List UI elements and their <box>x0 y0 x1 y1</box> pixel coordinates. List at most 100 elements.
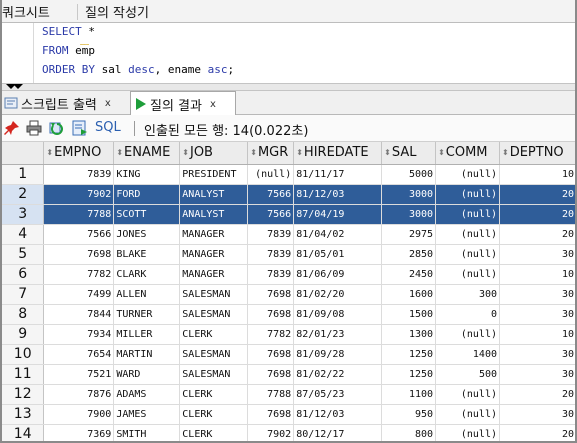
cell-comm[interactable]: (null) <box>435 264 500 285</box>
cell-sal[interactable]: 1300 <box>381 324 437 345</box>
cell-deptno[interactable]: 20 <box>499 224 575 245</box>
table-row[interactable]: 8 7844 TURNER SALESMAN 7698 81/09/08 1500 0 30 <box>2 304 575 325</box>
sql-button[interactable]: SQL <box>95 120 121 135</box>
cell-hiredate[interactable]: 81/12/03 <box>293 404 383 425</box>
cell-ename[interactable]: CLARK <box>113 264 181 285</box>
cell-deptno[interactable]: 10 <box>499 164 575 185</box>
sort-icon[interactable]: ⬍ <box>116 148 123 157</box>
cell-deptno[interactable]: 20 <box>499 424 575 441</box>
row-number[interactable]: 2 <box>2 184 45 205</box>
cell-sal[interactable]: 3000 <box>381 184 437 205</box>
tab-query-builder[interactable]: 질의 작성기 <box>85 2 149 21</box>
cell-sal[interactable]: 1100 <box>381 384 437 405</box>
cell-mgr[interactable]: 7902 <box>247 424 295 441</box>
result-grid[interactable]: ⬍EMPNO ⬍ENAME ⬍JOB ⬍MGR ⬍HIREDATE ⬍SAL ⬍COMM ⬍D… <box>2 142 575 441</box>
panel-splitter[interactable] <box>2 83 575 91</box>
sort-icon[interactable]: ⬍ <box>502 148 509 157</box>
cell-deptno[interactable]: 20 <box>499 184 575 205</box>
cell-job[interactable]: MANAGER <box>179 244 249 265</box>
cell-sal[interactable]: 1250 <box>381 364 437 385</box>
cell-sal[interactable]: 3000 <box>381 204 437 225</box>
cell-job[interactable]: CLERK <box>179 324 249 345</box>
column-header-empno[interactable]: ⬍EMPNO <box>43 142 115 165</box>
cell-comm[interactable]: (null) <box>435 224 500 245</box>
export-icon[interactable] <box>72 120 88 136</box>
column-header-ename[interactable]: ⬍ENAME <box>113 142 181 165</box>
cell-job[interactable]: SALESMAN <box>179 304 249 325</box>
cell-hiredate[interactable]: 87/04/19 <box>293 204 383 225</box>
close-icon[interactable]: x <box>105 98 111 109</box>
table-row[interactable]: 11 7521 WARD SALESMAN 7698 81/02/22 1250 500 30 <box>2 364 575 385</box>
cell-job[interactable]: CLERK <box>179 424 249 441</box>
cell-empno[interactable]: 7839 <box>43 164 115 185</box>
sort-icon[interactable]: ⬍ <box>296 148 303 157</box>
row-number[interactable]: 13 <box>2 404 45 425</box>
cell-comm[interactable]: (null) <box>435 204 500 225</box>
cell-mgr[interactable]: 7698 <box>247 404 295 425</box>
row-number[interactable]: 6 <box>2 264 45 285</box>
column-header-comm[interactable]: ⬍COMM <box>435 142 500 165</box>
refresh-icon[interactable] <box>49 120 65 136</box>
cell-job[interactable]: SALESMAN <box>179 364 249 385</box>
cell-hiredate[interactable]: 81/04/02 <box>293 224 383 245</box>
cell-empno[interactable]: 7654 <box>43 344 115 365</box>
table-row[interactable]: 4 7566 JONES MANAGER 7839 81/04/02 2975 (null) 2… <box>2 224 575 245</box>
cell-empno[interactable]: 7844 <box>43 304 115 325</box>
cell-hiredate[interactable]: 87/05/23 <box>293 384 383 405</box>
cell-deptno[interactable]: 30 <box>499 284 575 305</box>
cell-comm[interactable]: (null) <box>435 424 500 441</box>
cell-hiredate[interactable]: 82/01/23 <box>293 324 383 345</box>
sort-icon[interactable]: ⬍ <box>384 148 391 157</box>
cell-ename[interactable]: TURNER <box>113 304 181 325</box>
collapse-down-icon[interactable] <box>13 84 23 89</box>
cell-mgr[interactable]: 7566 <box>247 184 295 205</box>
row-number[interactable]: 3 <box>2 204 45 225</box>
cell-sal[interactable]: 2975 <box>381 224 437 245</box>
cell-ename[interactable]: KING <box>113 164 181 185</box>
cell-job[interactable]: SALESMAN <box>179 284 249 305</box>
cell-empno[interactable]: 7876 <box>43 384 115 405</box>
cell-empno[interactable]: 7521 <box>43 364 115 385</box>
cell-ename[interactable]: JONES <box>113 224 181 245</box>
cell-hiredate[interactable]: 81/09/08 <box>293 304 383 325</box>
cell-job[interactable]: MANAGER <box>179 224 249 245</box>
row-number[interactable]: 4 <box>2 224 45 245</box>
cell-mgr[interactable]: 7839 <box>247 224 295 245</box>
tab-script-output[interactable]: 스크립트 출력 x <box>2 91 130 115</box>
cell-sal[interactable]: 800 <box>381 424 437 441</box>
cell-empno[interactable]: 7499 <box>43 284 115 305</box>
cell-mgr[interactable]: 7698 <box>247 364 295 385</box>
cell-comm[interactable]: (null) <box>435 244 500 265</box>
cell-comm[interactable]: (null) <box>435 384 500 405</box>
cell-mgr[interactable]: 7839 <box>247 244 295 265</box>
table-row[interactable]: 6 7782 CLARK MANAGER 7839 81/06/09 2450 (null) 1… <box>2 264 575 285</box>
cell-comm[interactable]: (null) <box>435 324 500 345</box>
cell-comm[interactable]: 0 <box>435 304 500 325</box>
cell-sal[interactable]: 1500 <box>381 304 437 325</box>
cell-hiredate[interactable]: 81/06/09 <box>293 264 383 285</box>
cell-mgr[interactable]: 7698 <box>247 304 295 325</box>
sort-icon[interactable]: ⬍ <box>250 148 257 157</box>
cell-deptno[interactable]: 30 <box>499 244 575 265</box>
close-icon[interactable]: x <box>210 99 216 110</box>
cell-job[interactable]: PRESIDENT <box>179 164 249 185</box>
cell-empno[interactable]: 7782 <box>43 264 115 285</box>
cell-ename[interactable]: ADAMS <box>113 384 181 405</box>
cell-comm[interactable]: 500 <box>435 364 500 385</box>
row-number[interactable]: 11 <box>2 364 45 385</box>
row-number[interactable]: 9 <box>2 324 45 345</box>
cell-ename[interactable]: JAMES <box>113 404 181 425</box>
cell-job[interactable]: ANALYST <box>179 184 249 205</box>
row-number[interactable]: 7 <box>2 284 45 305</box>
cell-deptno[interactable]: 30 <box>499 304 575 325</box>
cell-deptno[interactable]: 20 <box>499 384 575 405</box>
cell-ename[interactable]: WARD <box>113 364 181 385</box>
column-header-sal[interactable]: ⬍SAL <box>381 142 437 165</box>
cell-sal[interactable]: 950 <box>381 404 437 425</box>
cell-empno[interactable]: 7788 <box>43 204 115 225</box>
cell-hiredate[interactable]: 81/05/01 <box>293 244 383 265</box>
table-row[interactable]: 10 7654 MARTIN SALESMAN 7698 81/09/28 1250 1400… <box>2 344 575 365</box>
cell-deptno[interactable]: 30 <box>499 404 575 425</box>
cell-ename[interactable]: SMITH <box>113 424 181 441</box>
table-row[interactable]: 9 7934 MILLER CLERK 7782 82/01/23 1300 (null) 10 <box>2 324 575 345</box>
